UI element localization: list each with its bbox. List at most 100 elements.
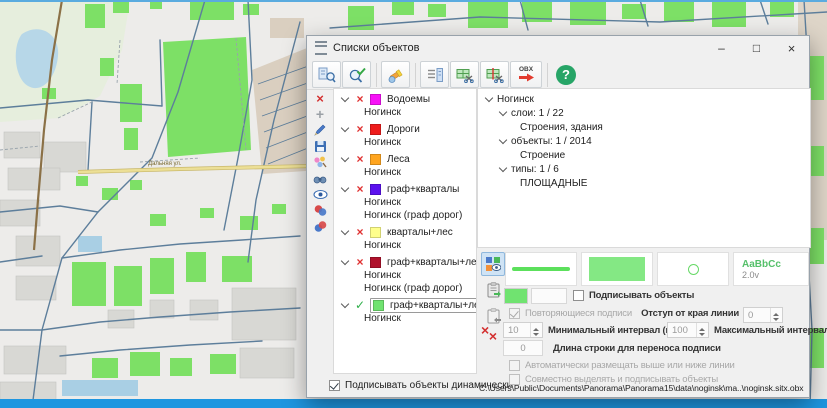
split-table-button[interactable]	[450, 61, 479, 88]
color-swatch	[370, 184, 381, 195]
selection-outline: граф+кварталы+лес (пе...	[370, 298, 477, 313]
tree-node-objects[interactable]: объекты: 1 / 2014	[478, 134, 810, 148]
list-item-sublabel: Ногинск	[334, 106, 476, 119]
minimize-button[interactable]: –	[704, 37, 739, 60]
tree-root-label: Ногинск	[497, 94, 534, 105]
excluded-icon[interactable]: ×	[354, 183, 366, 195]
dialog-toolbar: OBX ?	[307, 60, 809, 90]
find-binoculars-icon[interactable]	[310, 170, 330, 186]
list-item-label: граф+кварталы	[387, 184, 459, 195]
point-style-preview[interactable]	[657, 252, 729, 286]
list-item-sublabel: Ногинск (граф дорог)	[334, 282, 476, 295]
color-swatch	[370, 257, 381, 268]
flashlight-icon	[387, 67, 405, 83]
chevron-down-icon[interactable]	[341, 257, 349, 265]
label-style-panel: × AaBbCc 2.0v Подписывать объекты Повтор…	[477, 248, 811, 397]
tree-leaf-layer[interactable]: Строения, здания	[478, 120, 810, 134]
chevron-down-icon[interactable]	[341, 124, 349, 132]
line-style-preview[interactable]	[505, 252, 577, 286]
filter-list-icon	[426, 67, 444, 83]
excluded-icon[interactable]: ×	[354, 153, 366, 165]
label-color-swatch[interactable]	[504, 288, 528, 304]
tree-layer-child-label: Строения, здания	[520, 122, 603, 133]
objects-red-blue-icon[interactable]	[310, 202, 330, 218]
chevron-down-icon[interactable]	[485, 94, 493, 102]
included-icon[interactable]: ✓	[354, 299, 366, 311]
objects-blue-red-icon[interactable]	[310, 218, 330, 234]
wrap-length-input[interactable]: 0	[503, 340, 543, 356]
auto-place-checkbox[interactable]	[509, 360, 520, 371]
label-objects-checkbox[interactable]	[573, 290, 584, 301]
dialog-title: Списки объектов	[333, 42, 704, 54]
edit-icon[interactable]	[310, 122, 330, 138]
auto-place-label: Автоматически размещать выше или ниже ли…	[525, 360, 735, 371]
chevron-down-icon[interactable]	[341, 94, 349, 102]
style-palette-icon[interactable]	[310, 154, 330, 170]
spinner-arrows[interactable]	[770, 308, 782, 322]
view-eye-icon[interactable]	[310, 186, 330, 202]
maximize-button[interactable]: □	[739, 37, 774, 60]
copy-style-button[interactable]	[481, 278, 505, 302]
select-by-list-button[interactable]	[312, 61, 341, 88]
excluded-icon[interactable]: ×	[354, 226, 366, 238]
list-item-selected[interactable]: ✓ граф+кварталы+лес (пе... Ногинск	[334, 297, 476, 327]
dynamic-labels-checkbox[interactable]	[329, 380, 340, 391]
view-style-button[interactable]	[481, 252, 505, 276]
tree-layers-label: слои: 1 / 22	[511, 108, 564, 119]
chevron-down-icon[interactable]	[341, 154, 349, 162]
min-interval-spinner[interactable]: 10	[503, 322, 543, 338]
tree-node-layers[interactable]: слои: 1 / 22	[478, 106, 810, 120]
edge-offset-value: 0	[744, 308, 770, 322]
close-button[interactable]: ×	[774, 37, 809, 60]
label-text-input[interactable]	[531, 288, 567, 304]
tree-root[interactable]: Ногинск	[478, 92, 810, 106]
font-sample-text: AaBbCc	[742, 259, 781, 270]
list-item[interactable]: × кварталы+лес Ногинск	[334, 224, 476, 254]
excluded-icon[interactable]: ×	[354, 256, 366, 268]
color-swatch	[370, 227, 381, 238]
chevron-down-icon[interactable]	[341, 227, 349, 235]
tree-node-types[interactable]: типы: 1 / 6	[478, 162, 810, 176]
font-style-preview[interactable]: AaBbCc 2.0v	[733, 252, 809, 286]
tree-leaf-type[interactable]: ПЛОЩАДНЫЕ	[478, 176, 810, 190]
spinner-arrows[interactable]	[530, 323, 542, 337]
excluded-icon[interactable]: ×	[354, 93, 366, 105]
spinner-arrows[interactable]	[696, 323, 708, 337]
edge-offset-label: Отступ от края линии	[641, 308, 739, 319]
list-item-sublabel: Ногинск (граф дорог)	[334, 209, 476, 222]
tree-leaf-object[interactable]: Строение	[478, 148, 810, 162]
chevron-down-icon[interactable]	[499, 164, 507, 172]
excluded-icon[interactable]: ×	[354, 123, 366, 135]
search-check-button[interactable]	[342, 61, 371, 88]
list-item[interactable]: × Водоемы Ногинск	[334, 91, 476, 121]
save-icon[interactable]	[310, 138, 330, 154]
fill-sample	[589, 257, 645, 281]
chevron-down-icon[interactable]	[499, 136, 507, 144]
tree-types-label: типы: 1 / 6	[511, 164, 559, 175]
split-table-red-button[interactable]	[480, 61, 509, 88]
help-icon[interactable]: ?	[556, 65, 576, 85]
delete-list-icon[interactable]: ×	[310, 90, 330, 106]
add-list-icon[interactable]: +	[310, 106, 330, 122]
chevron-down-icon[interactable]	[341, 300, 349, 308]
list-item-label: Дороги	[387, 124, 420, 135]
fill-style-preview[interactable]	[581, 252, 653, 286]
repeating-labels-checkbox[interactable]	[509, 308, 520, 319]
list-item-label: граф+кварталы+лес (пе...	[390, 300, 477, 311]
list-item[interactable]: × Леса Ногинск	[334, 151, 476, 181]
list-item[interactable]: × граф+кварталы+лес Ногинск Ногинск (гра…	[334, 254, 476, 297]
list-item[interactable]: × Дороги Ногинск	[334, 121, 476, 151]
filter-list-button[interactable]	[420, 61, 449, 88]
chevron-down-icon[interactable]	[499, 108, 507, 116]
highlight-flashlight-button[interactable]	[381, 61, 410, 88]
color-swatch	[370, 124, 381, 135]
list-item[interactable]: × граф+кварталы Ногинск Ногинск (граф до…	[334, 181, 476, 224]
list-item-sublabel: Ногинск	[334, 312, 476, 325]
clear-intervals-icon[interactable]: ×	[481, 323, 489, 337]
dialog-titlebar[interactable]: Списки объектов – □ ×	[307, 36, 809, 60]
chevron-down-icon[interactable]	[341, 184, 349, 192]
export-obx-button[interactable]: OBX	[510, 61, 542, 88]
edge-offset-spinner[interactable]: 0	[743, 307, 783, 323]
auto-place-row: Автоматически размещать выше или ниже ли…	[509, 360, 735, 371]
max-interval-spinner[interactable]: 100	[667, 322, 709, 338]
